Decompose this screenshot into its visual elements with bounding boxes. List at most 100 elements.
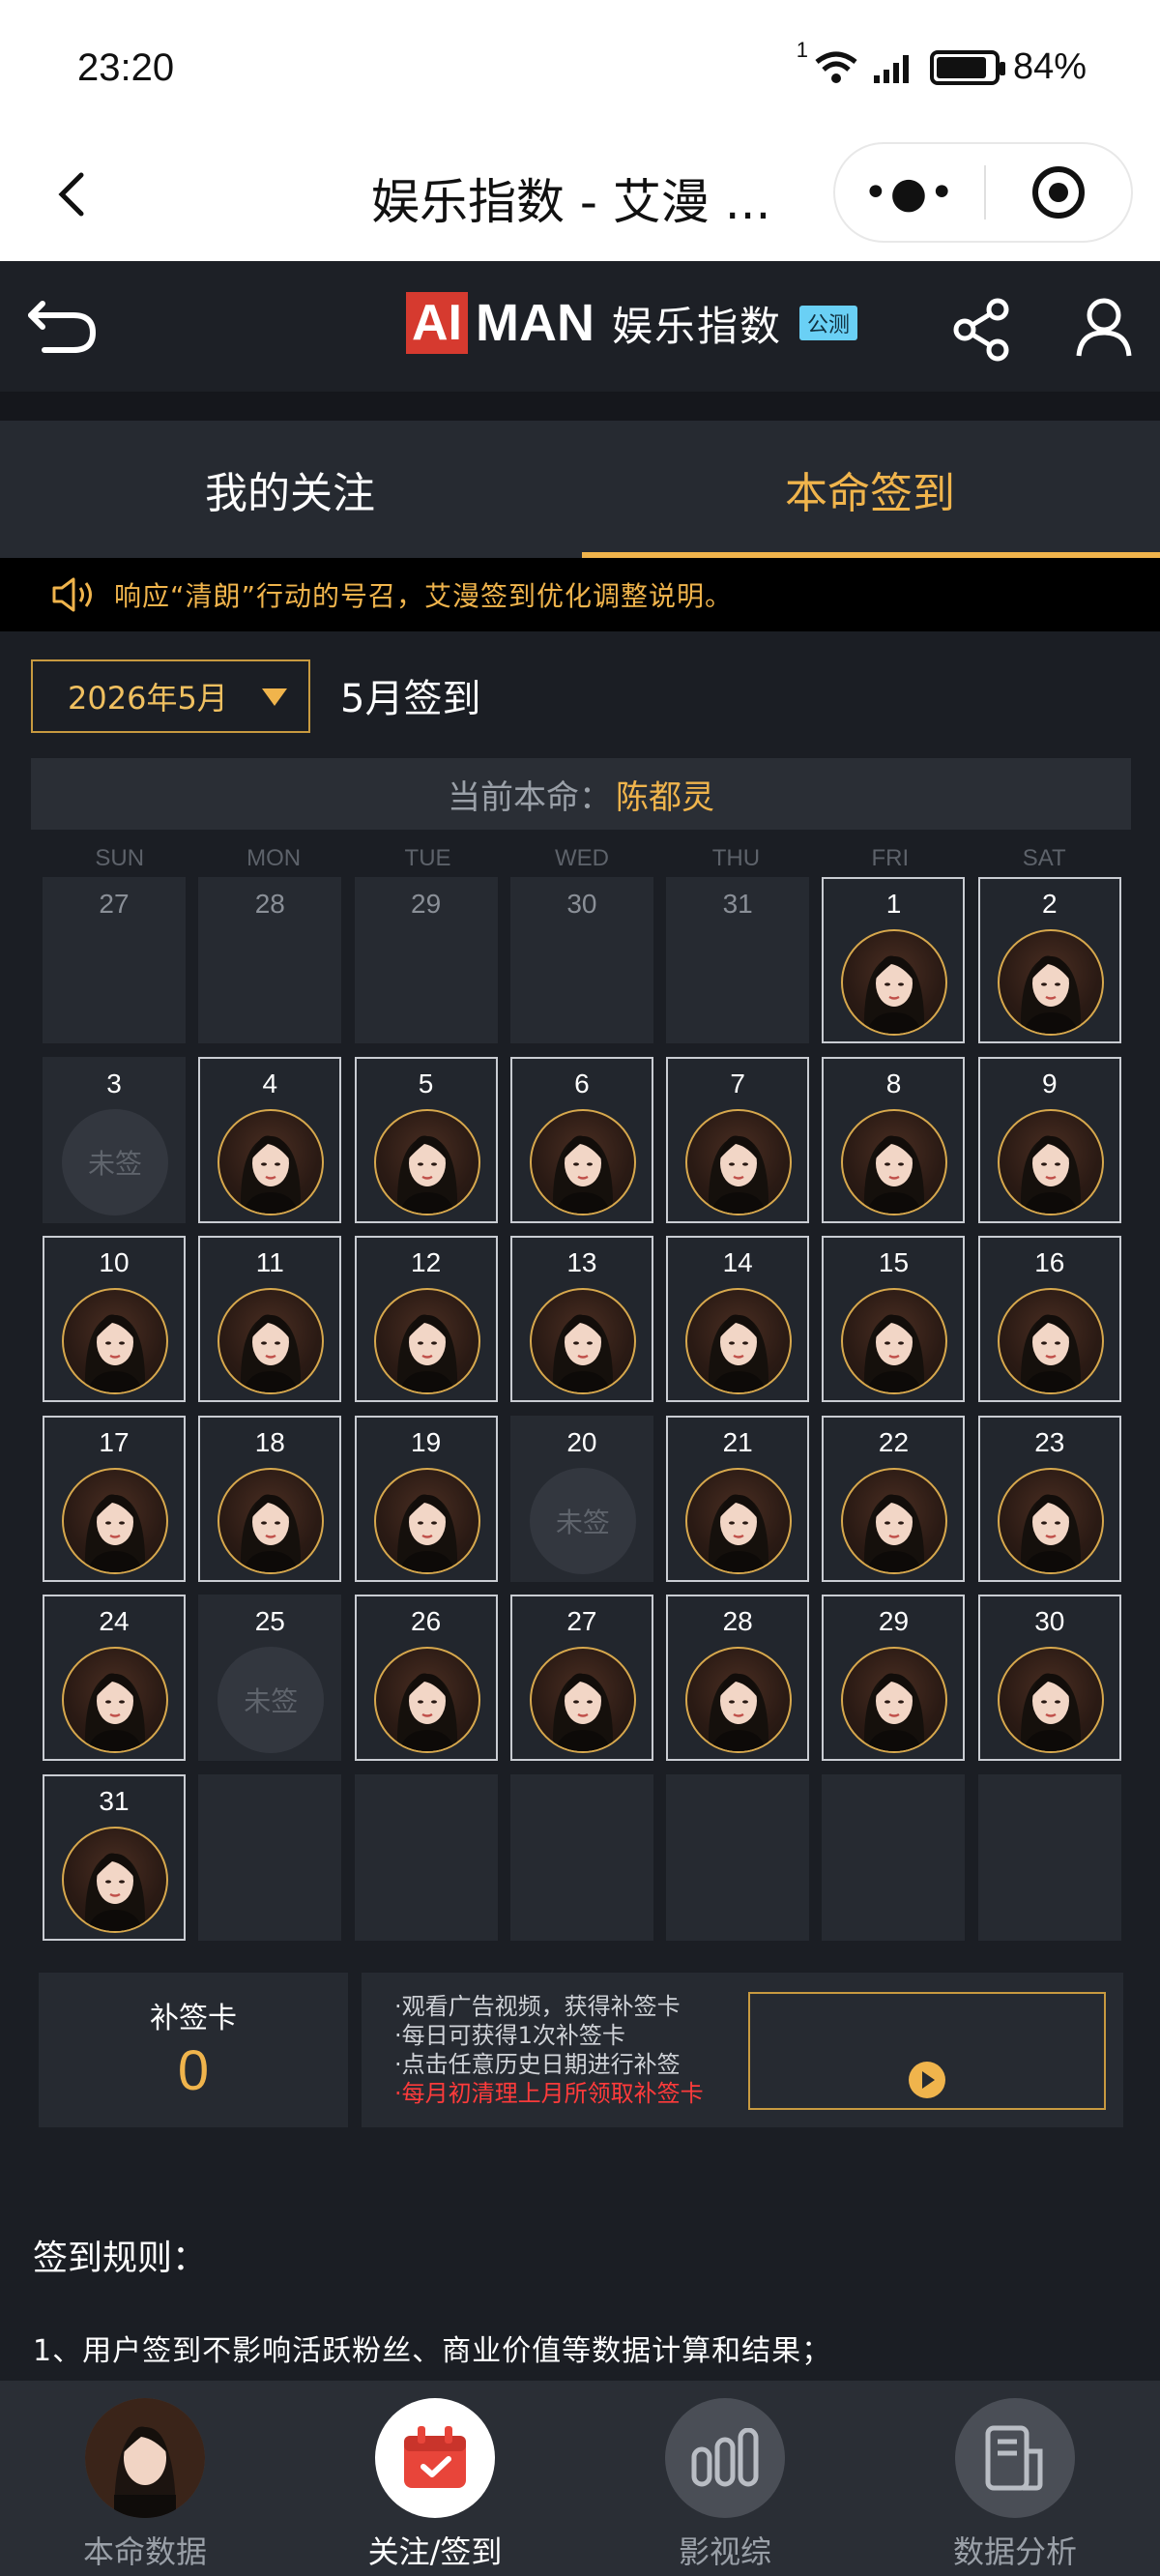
calendar-day-cell[interactable]: 21 — [666, 1415, 810, 1582]
weekday-label: THU — [711, 845, 761, 871]
speaker-icon — [52, 577, 92, 612]
rules-title: 签到规则： — [33, 2239, 208, 2278]
month-selector-value: 2026年5月 — [68, 680, 228, 717]
calendar-day-cell[interactable]: 31 — [43, 1773, 186, 1941]
calendar-day-number: 22 — [878, 1426, 910, 1457]
calendar-day-number: 2 — [1041, 889, 1058, 919]
calendar-day-cell[interactable]: 1 — [822, 877, 966, 1043]
checkin-avatar — [529, 1108, 636, 1215]
calendar-day-cell[interactable]: 18 — [198, 1415, 342, 1582]
return-icon[interactable] — [25, 294, 99, 358]
unsigned-badge: 未签 — [218, 1647, 325, 1754]
calendar-day-cell[interactable]: 23 — [977, 1415, 1121, 1582]
calendar-day-cell[interactable]: 7 — [666, 1056, 810, 1223]
calendar-day-number: 23 — [1034, 1426, 1065, 1457]
checkin-avatar — [685, 1288, 793, 1395]
tab-checkin[interactable]: 本命签到 — [580, 421, 1160, 558]
calendar-day-number: 17 — [99, 1426, 130, 1457]
nav-film-tv[interactable]: 影视综 — [580, 2381, 870, 2576]
beta-badge: 公测 — [799, 306, 858, 340]
checkin-avatar — [218, 1288, 325, 1395]
calendar-day-number: 25 — [254, 1606, 285, 1637]
checkin-avatar — [841, 1108, 948, 1215]
calendar-day-cell[interactable]: 30 — [977, 1595, 1121, 1762]
calendar-day-cell[interactable]: 26 — [354, 1595, 498, 1762]
calendar-day-number: 27 — [566, 1606, 597, 1637]
notice-bar[interactable]: 响应“清朗”行动的号召，艾漫签到优化调整说明。 — [0, 558, 1160, 631]
nav-follow-checkin[interactable]: 关注/签到 — [290, 2381, 580, 2576]
month-selector[interactable]: 2026年5月 — [31, 659, 310, 733]
checkin-avatar — [62, 1826, 168, 1933]
checkin-avatar — [62, 1288, 168, 1395]
calendar-day-cell[interactable]: 29 — [354, 877, 498, 1043]
app-header: AI MAN 娱乐指数 公测 — [0, 261, 1160, 392]
calendar-day-number: 5 — [418, 1068, 434, 1098]
play-icon — [909, 2062, 945, 2098]
calendar-day-cell[interactable]: 5 — [354, 1056, 498, 1223]
calendar-day-cell[interactable]: 14 — [666, 1236, 810, 1403]
calendar-day-cell[interactable]: 4 — [198, 1056, 342, 1223]
calendar-day-number: 3 — [106, 1068, 122, 1098]
calendar-day-cell[interactable]: 25 未签 — [198, 1595, 342, 1762]
status-icons: 1 84% — [797, 38, 1087, 88]
calendar-day-cell[interactable]: 2 — [977, 877, 1121, 1043]
checkin-avatar — [997, 929, 1104, 1036]
calendar-day-cell[interactable]: 28 — [666, 1595, 810, 1762]
user-icon[interactable] — [1075, 296, 1133, 358]
tab-bar: 我的关注 本命签到 — [0, 421, 1160, 558]
back-chevron-icon[interactable] — [44, 165, 102, 223]
calendar-day-number: 29 — [878, 1606, 910, 1637]
calendar-day-cell[interactable]: 9 — [977, 1056, 1121, 1223]
tip-item: ·每月初清理上月所领取补签卡 — [394, 2080, 704, 2107]
calendar-day-cell[interactable]: 24 — [43, 1595, 186, 1762]
calendar-day-cell[interactable]: 16 — [977, 1236, 1121, 1403]
checkin-avatar — [373, 1467, 480, 1574]
calendar-day-number: 29 — [411, 889, 442, 919]
calendar-day-cell[interactable]: 6 — [509, 1056, 653, 1223]
watch-ad-button[interactable] — [748, 1992, 1106, 2110]
checkin-avatar — [841, 929, 948, 1036]
calendar-day-cell[interactable]: 31 — [666, 877, 810, 1043]
calendar-day-cell[interactable]: 22 — [822, 1415, 966, 1582]
close-target-icon[interactable] — [986, 163, 1131, 221]
tips-list: ·观看广告视频，获得补签卡 ·每日可获得1次补签卡 ·点击任意历史日期进行补签 ·每月… — [394, 1992, 704, 2108]
calendar-day-number: 28 — [254, 889, 285, 919]
calendar-day-cell[interactable]: 10 — [43, 1236, 186, 1403]
calendar-day-cell[interactable]: 17 — [43, 1415, 186, 1582]
tip-item: ·观看广告视频，获得补签卡 — [394, 1993, 681, 2020]
nav-idol-data-label: 本命数据 — [82, 2533, 207, 2570]
calendar-day-cell[interactable]: 28 — [198, 877, 342, 1043]
calendar-day-cell[interactable]: 20 未签 — [509, 1415, 653, 1582]
calendar-day-cell[interactable]: 27 — [43, 877, 186, 1043]
calendar-day-cell[interactable]: 27 — [509, 1595, 653, 1762]
checkin-avatar — [529, 1288, 636, 1395]
calendar-day-number: 28 — [722, 1606, 753, 1637]
calendar-day-cell[interactable]: 19 — [354, 1415, 498, 1582]
calendar-day-number: 27 — [99, 889, 130, 919]
calendar-day-cell[interactable]: 13 — [509, 1236, 653, 1403]
dropdown-caret-icon — [262, 688, 287, 706]
calendar-day-cell[interactable]: 12 — [354, 1236, 498, 1403]
calendar-day-cell[interactable]: 3 未签 — [43, 1056, 186, 1223]
calendar-day-cell[interactable]: 15 — [822, 1236, 966, 1403]
calendar-empty-cell — [977, 1773, 1121, 1941]
calendar-day-number: 8 — [885, 1068, 902, 1098]
calendar-day-cell[interactable]: 8 — [822, 1056, 966, 1223]
checkin-avatar — [62, 1467, 168, 1574]
calendar-day-cell[interactable]: 30 — [509, 877, 653, 1043]
weekday-label: SUN — [95, 845, 145, 871]
calendar-day-cell[interactable]: 29 — [822, 1595, 966, 1762]
makeup-card-count: 0 — [177, 2039, 210, 2102]
more-dots-icon[interactable]: •●• — [835, 168, 984, 218]
nav-data-analysis[interactable]: 数据分析 — [870, 2381, 1160, 2576]
calendar-day-number: 12 — [411, 1247, 442, 1278]
weekday-label: MON — [246, 845, 302, 871]
calendar-day-number: 20 — [566, 1426, 597, 1457]
share-icon[interactable] — [951, 298, 1011, 362]
calendar-grid: 27 28 29 30 31 1 2 3 未签 4 5 6 7 8 9 10 11 12 13 14 15 16 17 18 1… — [43, 877, 1121, 1941]
calendar-day-cell[interactable]: 11 — [198, 1236, 342, 1403]
checkin-avatar — [997, 1467, 1104, 1574]
calendar-empty-cell — [198, 1773, 342, 1941]
nav-idol-data[interactable]: 本命数据 — [0, 2381, 290, 2576]
tab-my-follows[interactable]: 我的关注 — [0, 421, 580, 558]
